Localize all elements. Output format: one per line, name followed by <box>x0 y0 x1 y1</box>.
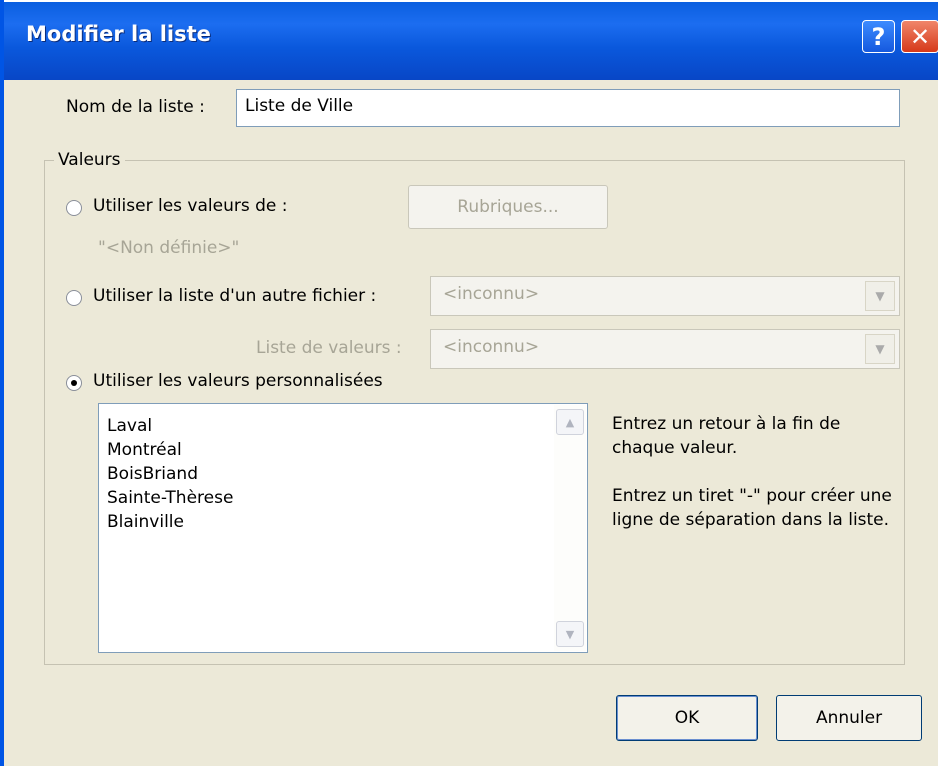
close-icon: ✕ <box>909 22 931 51</box>
list-item: Blainville <box>107 512 184 532</box>
value-list-select-value: <inconnu> <box>443 337 540 357</box>
ok-button-label: OK <box>674 708 700 728</box>
fields-button[interactable]: Rubriques... <box>408 185 608 229</box>
scroll-up-icon[interactable]: ▲ <box>556 409 584 435</box>
title-bar[interactable]: Modifier la liste ? ✕ <box>4 0 938 80</box>
help-icon: ? <box>871 22 886 51</box>
help-button[interactable]: ? <box>862 20 895 53</box>
radio-selected-dot <box>71 380 77 386</box>
chevron-down-icon[interactable]: ▼ <box>865 334 895 364</box>
hint-text: Entrez un retour à la fin de chaque vale… <box>612 412 902 532</box>
list-item: Sainte-Thèrese <box>107 488 234 508</box>
custom-values-textarea[interactable]: Laval Montréal BoisBriand Sainte-Thèrese Bla… <box>98 403 588 653</box>
use-other-file-label[interactable]: Utiliser la liste d'un autre fichier : <box>93 286 376 306</box>
scroll-down-icon[interactable]: ▼ <box>556 621 584 647</box>
scrollbar[interactable]: ▲ ▼ <box>554 405 586 651</box>
undefined-field-text: "<Non définie>" <box>98 238 240 258</box>
list-name-input[interactable]: Liste de Ville <box>236 89 900 127</box>
cancel-button[interactable]: Annuler <box>776 695 922 741</box>
value-list-select[interactable]: <inconnu> ▼ <box>430 329 900 369</box>
fields-button-label: Rubriques... <box>457 197 559 217</box>
list-name-label: Nom de la liste : <box>66 97 205 117</box>
other-file-select[interactable]: <inconnu> ▼ <box>430 276 900 316</box>
list-name-value: Liste de Ville <box>245 96 354 116</box>
list-item: Montréal <box>107 440 182 460</box>
list-item: BoisBriand <box>107 464 199 484</box>
custom-values-radio[interactable] <box>66 375 82 391</box>
close-button[interactable]: ✕ <box>901 20 938 53</box>
chevron-down-icon[interactable]: ▼ <box>865 281 895 311</box>
custom-values-label[interactable]: Utiliser les valeurs personnalisées <box>93 371 383 391</box>
values-group-title: Valeurs <box>54 150 125 170</box>
use-values-from-radio[interactable] <box>66 200 82 216</box>
use-other-file-radio[interactable] <box>66 290 82 306</box>
other-file-select-value: <inconnu> <box>443 284 540 304</box>
custom-values-list: Laval Montréal BoisBriand Sainte-Thèrese Bla… <box>107 414 233 534</box>
cancel-button-label: Annuler <box>815 708 883 728</box>
list-item: Laval <box>107 416 153 436</box>
ok-button[interactable]: OK <box>616 695 758 741</box>
dialog-window: Modifier la liste ? ✕ Nom de la liste : … <box>0 0 938 766</box>
use-values-from-label[interactable]: Utiliser les valeurs de : <box>93 196 288 216</box>
hint-dash: Entrez un tiret "-" pour créer une ligne… <box>612 486 892 530</box>
hint-return: Entrez un retour à la fin de chaque vale… <box>612 414 841 458</box>
dialog-title: Modifier la liste <box>26 22 211 46</box>
value-list-label: Liste de valeurs : <box>256 338 402 358</box>
